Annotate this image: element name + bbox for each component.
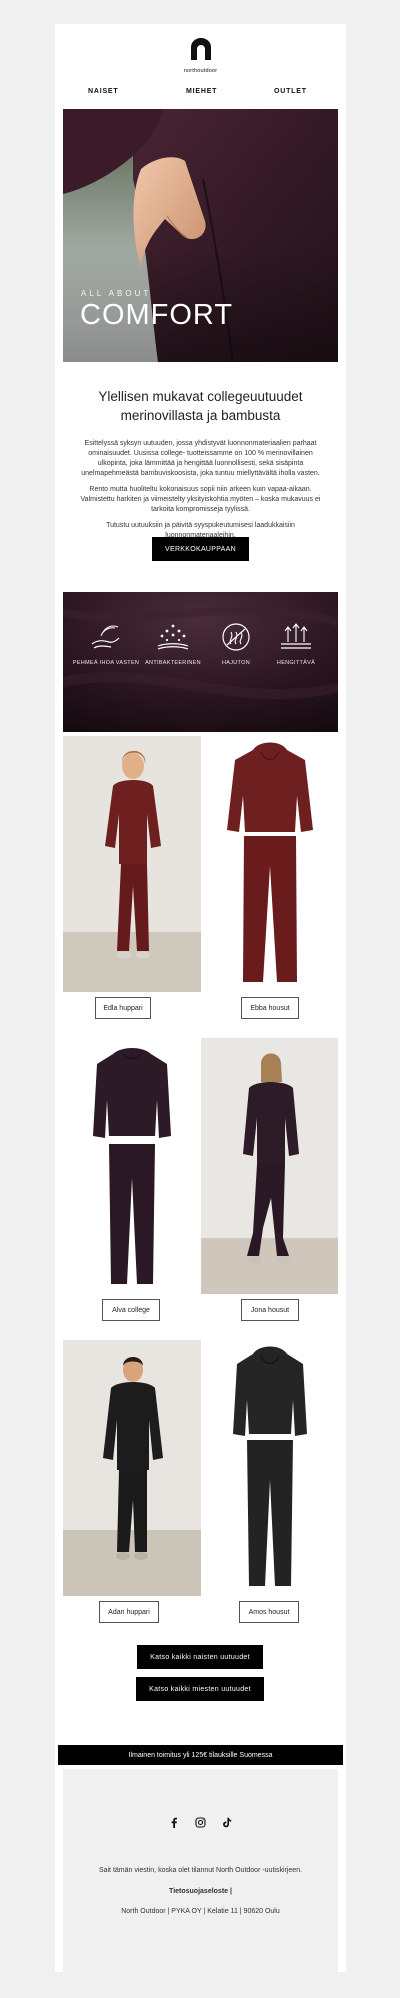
- nav-outlet[interactable]: OUTLET: [274, 88, 307, 95]
- feature-soft: PEHMEÄ IHOA VASTEN: [71, 622, 141, 667]
- jona-model-image: [201, 1038, 338, 1294]
- intro-paragraph-2: Rento mutta huoliteltu kokonaisuus sopii…: [80, 486, 321, 513]
- hero-kicker: ALL ABOUT: [81, 289, 152, 298]
- tiktok-icon[interactable]: [222, 1815, 232, 1833]
- feature-breathable-label: HENGITTÄVÄ: [276, 660, 316, 666]
- amos-flatlay-image: [233, 1346, 307, 1586]
- nav-men[interactable]: MIEHET: [186, 88, 217, 95]
- intro-headline: Ylellisen mukavat collegeuutuudet merino…: [98, 389, 303, 423]
- edla-model-image: [63, 736, 201, 992]
- feature-antibacterial-label: ANTIBAKTEERINEN: [145, 660, 201, 666]
- product-button-jona[interactable]: Jona housut: [241, 1299, 299, 1321]
- top-nav: NAISET MIEHET OUTLET: [55, 88, 346, 102]
- hero-banner[interactable]: ALL ABOUT COMFORT: [63, 109, 338, 362]
- product-photo-alva[interactable]: [63, 1038, 201, 1294]
- intro-paragraph-1: Esittelyssä syksyn uutuuden, jossa yhdis…: [81, 440, 320, 477]
- footer-reason: Sait tämän viestin, koska olet tilannut …: [98, 1867, 303, 1874]
- odorless-icon: [222, 623, 250, 651]
- shop-button[interactable]: VERKKOKAUPPAAN: [152, 537, 249, 561]
- product-button-edla[interactable]: Edla huppari: [95, 997, 151, 1019]
- product-button-alva[interactable]: Alva college: [102, 1299, 160, 1321]
- instagram-icon[interactable]: [195, 1815, 206, 1833]
- brand-logo[interactable]: northoutdoor: [55, 38, 346, 74]
- feature-antibacterial: ANTIBAKTEERINEN: [138, 622, 208, 667]
- privacy-link[interactable]: Tietosuojaseloste |: [63, 1888, 338, 1895]
- product-photo-edla[interactable]: [63, 736, 201, 992]
- product-button-ebba[interactable]: Ebba housut: [241, 997, 299, 1019]
- footer: Sait tämän viestin, koska olet tilannut …: [63, 1769, 338, 1972]
- north-logo-icon: [190, 38, 211, 60]
- soft-hand-icon: [91, 625, 120, 649]
- social-links: [63, 1815, 338, 1833]
- ebba-flatlay-image: [227, 742, 313, 982]
- intro-body: Esittelyssä syksyn uutuuden, jossa yhdis…: [73, 439, 328, 547]
- product-photo-adan[interactable]: [63, 1340, 201, 1596]
- antibacterial-icon: [157, 624, 189, 650]
- men-new-arrivals-button[interactable]: Katso kaikki miesten uutuudet: [136, 1677, 264, 1701]
- facebook-icon[interactable]: [169, 1815, 179, 1833]
- feature-soft-label: PEHMEÄ IHOA VASTEN: [72, 660, 140, 666]
- brand-logo-text: northoutdoor: [183, 68, 218, 74]
- product-button-adan[interactable]: Adan huppari: [99, 1601, 159, 1623]
- product-photo-ebba[interactable]: [201, 736, 338, 992]
- hero-title: COMFORT: [80, 299, 234, 331]
- alva-flatlay-image: [93, 1048, 171, 1284]
- adan-model-image: [63, 1340, 201, 1596]
- product-button-amos[interactable]: Amos housut: [239, 1601, 299, 1623]
- breathable-icon: [281, 623, 311, 649]
- newsletter-card: northoutdoor NAISET MIEHET OUTLET ALL AB…: [55, 24, 346, 1972]
- features-banner: PEHMEÄ IHOA VASTEN ANTIBAKTEERINEN HAJUT…: [63, 592, 338, 732]
- footer-address: North Outdoor | PYKA OY | Kelatie 11 | 9…: [121, 1908, 280, 1915]
- feature-breathable: HENGITTÄVÄ: [261, 622, 331, 667]
- product-photo-jona[interactable]: [201, 1038, 338, 1294]
- shipping-banner: Ilmainen toimitus yli 125€ tilauksille S…: [58, 1745, 343, 1765]
- product-photo-amos[interactable]: [201, 1340, 338, 1596]
- women-new-arrivals-button[interactable]: Katso kaikki naisten uutuudet: [137, 1645, 263, 1669]
- nav-women[interactable]: NAISET: [88, 88, 118, 95]
